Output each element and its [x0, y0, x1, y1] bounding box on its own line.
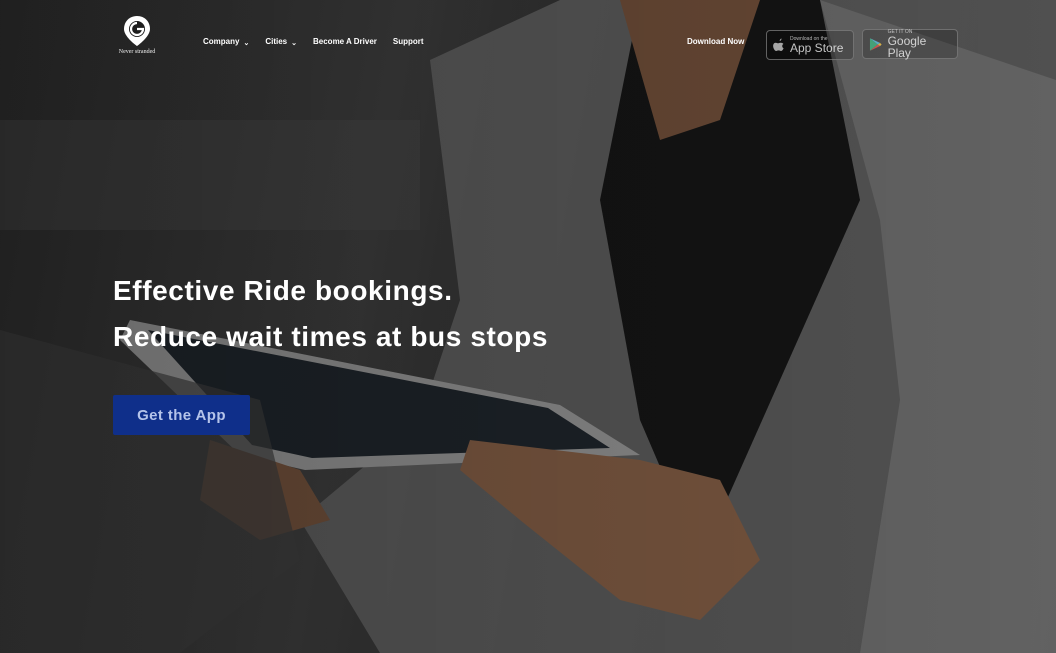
google-play-title: Google Play: [887, 34, 927, 60]
main-nav: Company ⌄ Cities ⌄ Become A Driver Suppo…: [203, 37, 424, 47]
nav-item-label: Cities: [265, 37, 288, 46]
app-store-title: App Store: [790, 41, 844, 55]
brand-tagline: Never stranded: [118, 49, 156, 55]
nav-item-label: Company: [203, 37, 240, 46]
map-pin-logo-icon: [124, 16, 150, 46]
google-play-badge[interactable]: GET IT ON Google Play: [862, 29, 958, 59]
apple-icon: [773, 38, 784, 51]
hero-headline-line2: Reduce wait times at bus stops: [113, 321, 548, 352]
chevron-down-icon: ⌄: [291, 39, 297, 47]
nav-item-become-a-driver[interactable]: Become A Driver: [313, 37, 377, 46]
nav-item-label: Support: [392, 37, 424, 46]
app-store-badge[interactable]: Download on the App Store: [766, 30, 854, 60]
nav-item-label: Become A Driver: [313, 37, 377, 46]
nav-item-company[interactable]: Company ⌄: [203, 37, 250, 47]
chevron-down-icon: ⌄: [243, 39, 250, 47]
nav-item-support[interactable]: Support: [393, 37, 424, 46]
download-now-link[interactable]: Download Now: [687, 37, 744, 46]
nav-item-cities[interactable]: Cities ⌄: [265, 37, 297, 47]
hero-headline-line1: Effective Ride bookings.: [113, 275, 453, 306]
brand-logo[interactable]: Never stranded: [113, 15, 161, 55]
hero-headline: Effective Ride bookings. Reduce wait tim…: [113, 268, 548, 360]
get-the-app-button[interactable]: Get the App: [113, 395, 250, 435]
play-icon: [869, 37, 882, 51]
